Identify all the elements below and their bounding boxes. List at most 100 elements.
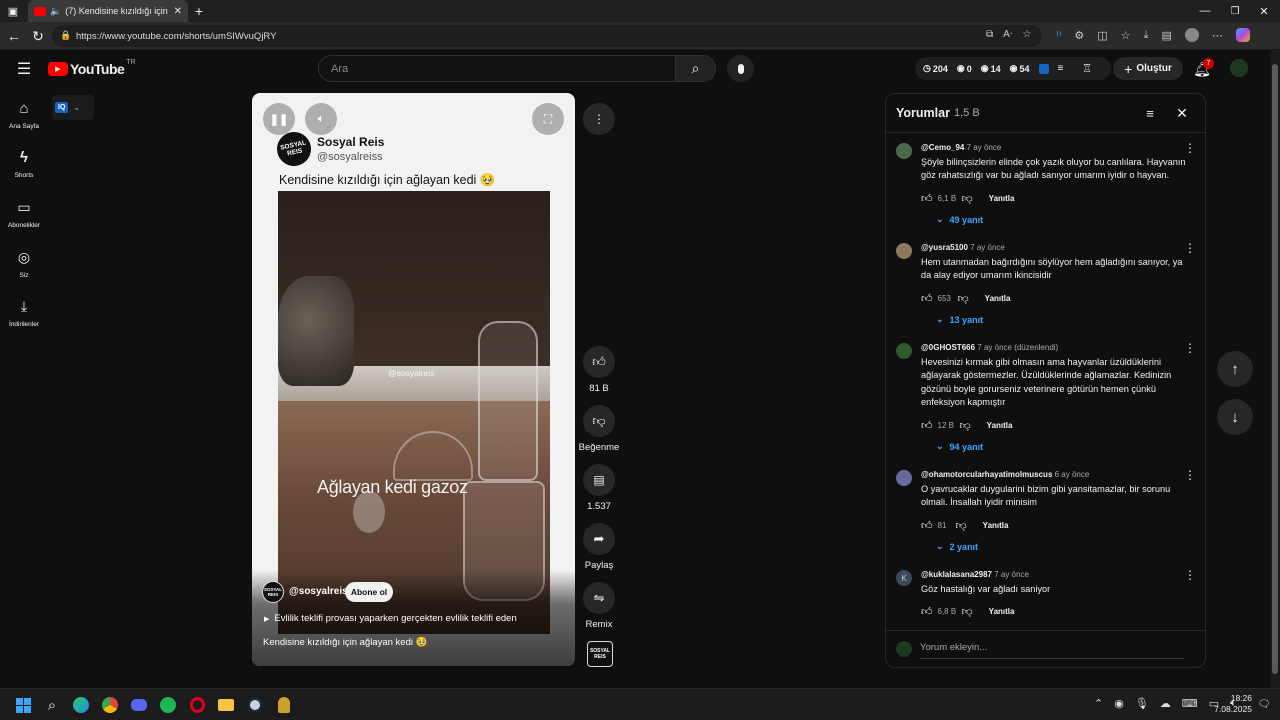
commenter-avatar[interactable] [896,243,912,259]
comment-more-icon[interactable]: ⋮ [1184,142,1196,154]
chevron-up-icon[interactable]: ⌃ [1094,697,1103,710]
next-video-link[interactable]: ▶ Evlilik teklifi provası yaparken gerçe… [264,613,517,624]
comment-more-icon[interactable]: ⋮ [1184,342,1196,354]
like-button[interactable]: 👍︎ [583,346,615,378]
steam-icon[interactable] [244,694,266,716]
fullscreen-button[interactable]: ⛶ [532,103,564,135]
comment-more-icon[interactable]: ⋮ [1184,469,1196,481]
discord-icon[interactable] [128,694,150,716]
scrollbar-thumb[interactable] [1272,64,1278,674]
volume-button[interactable]: 🔈︎ [305,103,337,135]
puzzle-extensions-icon[interactable]: ⚙ [1074,29,1084,42]
microphone-icon[interactable]: 🎙︎ [1135,697,1149,710]
downloads-icon[interactable]: ⤓ [1144,29,1149,42]
opera-icon[interactable] [186,694,208,716]
page-scrollbar[interactable] [1270,50,1280,688]
chrome-icon[interactable] [99,694,121,716]
subscribe-button[interactable]: Abone ol [345,582,393,602]
read-aloud-icon[interactable]: Aᐧ [1003,29,1012,40]
comment-author[interactable]: @Cemo_94 [921,143,964,152]
search-input[interactable] [319,56,675,81]
comment-author[interactable]: @yusra5100 [921,243,968,252]
commenter-avatar[interactable] [896,143,912,159]
speaker-icon[interactable]: 🔈 [50,6,61,17]
refresh-icon[interactable]: ↻ [30,28,46,44]
edge-browser-icon[interactable] [70,694,92,716]
thumbs-down-icon[interactable]: 👎︎ [958,292,969,305]
search-icon[interactable]: ⌕ [675,56,715,81]
remix-action[interactable]: ⇋ Remix [580,582,618,630]
nav-shorts[interactable]: ϟ Shorts [0,149,48,179]
uploader-handle[interactable]: @sosyalreis [289,586,348,597]
comment-author[interactable]: @ohamotorcularhayatimolmuscus [921,470,1052,479]
youtube-logo[interactable]: ▶ YouTube TR [48,59,136,77]
thumbs-up-icon[interactable]: 👍︎ [921,519,933,532]
close-window-icon[interactable]: ✕ [1257,3,1271,19]
app-available-icon[interactable]: ⧉ [986,29,993,40]
reply-button[interactable]: Yanıtla [987,421,1013,430]
dislike-action[interactable]: 👎︎ Beğenme [579,405,619,453]
like-action[interactable]: 👍︎ 81 B [580,346,618,394]
new-tab-icon[interactable]: + [192,3,206,19]
pause-button[interactable]: ❚❚ [263,103,295,135]
profile-avatar-icon[interactable] [1184,28,1199,42]
thumbs-up-icon[interactable]: 👍︎ [921,292,933,305]
keyboard-icon[interactable]: ⌨ [1182,697,1198,710]
back-icon[interactable]: ← [6,28,22,44]
thumbs-down-icon[interactable]: 👎︎ [962,192,973,205]
comments-button[interactable]: ▤ [583,464,615,496]
view-replies-button[interactable]: ⌄ 2 yanıt [936,541,978,552]
reply-button[interactable]: Yanıtla [983,521,1009,530]
video-frame[interactable]: @sosyalreis Ağlayan kedi gazoz [278,191,550,634]
file-explorer-icon[interactable] [215,694,237,716]
minimize-icon[interactable]: — [1198,3,1212,19]
start-button[interactable] [12,694,34,716]
view-replies-button[interactable]: ⌄ 94 yanıt [936,441,983,452]
nav-home[interactable]: ⌂ Ana Sayfa [0,100,48,130]
next-short-button[interactable]: ↓ [1217,399,1253,435]
remix-button[interactable]: ⇋ [583,582,615,614]
extension-icon[interactable]: ⁾⁾ [1056,29,1061,42]
create-button[interactable]: + Oluştur [1113,57,1183,80]
sound-thumbnail[interactable]: SOSYAL REIS [587,641,613,667]
comments-action[interactable]: ▤ 1.537 [580,464,618,512]
close-icon[interactable]: ✕ [1173,104,1191,122]
comment-more-icon[interactable]: ⋮ [1184,242,1196,254]
reply-button[interactable]: Yanıtla [989,194,1015,203]
comment-author[interactable]: @0GHOST666 [921,343,975,352]
split-screen-icon[interactable]: ◫ [1097,29,1107,42]
thumbs-down-icon[interactable]: 👎︎ [960,419,971,432]
previous-short-button[interactable]: ↑ [1217,351,1253,387]
iq-extension-chip[interactable]: IQ ⌄ [52,95,94,120]
share-button[interactable]: ➦ [583,523,615,555]
thumbs-up-icon[interactable]: 👍︎ [921,419,933,432]
account-avatar[interactable] [1230,59,1248,77]
commenter-avatar[interactable] [896,343,912,359]
uploader-avatar[interactable]: SOSYAL REIS [262,581,284,603]
reply-button[interactable]: Yanıtla [989,607,1015,616]
address-bar[interactable]: 🔒 https://www.youtube.com/shorts/umSIWvu… [52,25,1042,47]
add-comment-input[interactable]: Yorum ekleyin... [920,641,1184,659]
spotify-icon[interactable] [157,694,179,716]
commenter-avatar[interactable]: K [896,570,912,586]
nav-you[interactable]: ◎ Siz [0,249,48,279]
notification-center-icon[interactable]: 🗨︎ [1257,697,1271,711]
cloud-icon[interactable]: ☁ [1160,697,1171,710]
comment-author[interactable]: @kuklalasana2987 [921,570,992,579]
discord-tray-icon[interactable]: ◉ [1114,697,1124,710]
view-replies-button[interactable]: ⌄ 49 yanıt [936,214,983,225]
restore-icon[interactable]: ❐ [1228,3,1242,19]
thumbs-up-icon[interactable]: 👍︎ [921,605,933,618]
sort-icon[interactable]: ≡ [1141,104,1159,122]
search-icon[interactable]: ⌕ [41,694,63,716]
voice-search-button[interactable] [727,55,754,82]
reply-button[interactable]: Yanıtla [985,294,1011,303]
dislike-button[interactable]: 👎︎ [583,405,615,437]
more-menu-icon[interactable]: ⋯ [1212,29,1223,42]
thumbs-up-icon[interactable]: 👍︎ [921,192,933,205]
close-tab-icon[interactable]: ✕ [174,6,182,17]
favorites-icon[interactable]: ☆ [1121,29,1131,42]
browser-tab[interactable]: 🔈 (7) Kendisine kızıldığı için ağl ✕ [28,0,188,22]
view-replies-button[interactable]: ⌄ 13 yanıt [936,314,983,325]
comment-more-icon[interactable]: ⋮ [1184,569,1196,581]
